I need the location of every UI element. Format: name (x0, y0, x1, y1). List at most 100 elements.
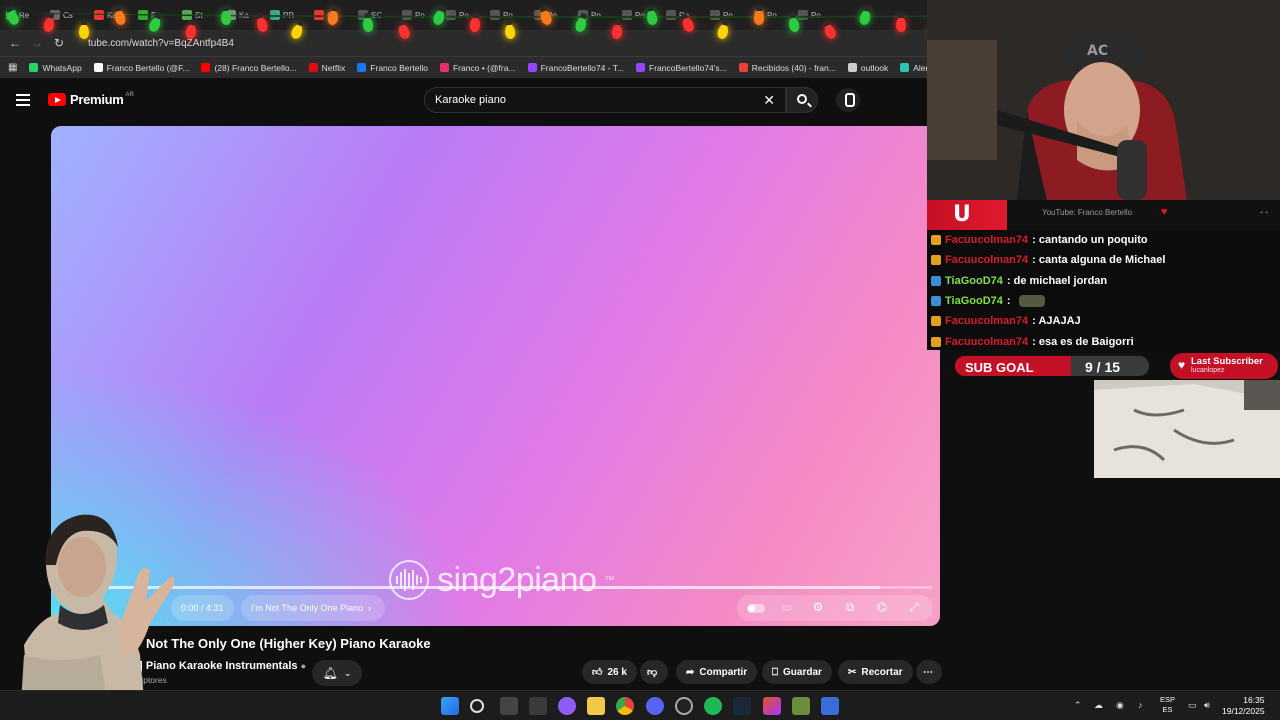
browser-tab[interactable]: Ka (88, 3, 132, 27)
forward-icon[interactable]: → (30, 36, 44, 50)
chat-username[interactable]: Facuucolman74 (945, 315, 1028, 327)
apps-grid-icon[interactable]: ▦ (8, 61, 17, 75)
clear-search-icon[interactable]: ✕ (763, 92, 775, 109)
browser-tab[interactable]: Po (440, 3, 484, 27)
autoplay-toggle[interactable] (747, 604, 765, 613)
browser-tab[interactable]: Re (0, 3, 44, 27)
browser-tab[interactable]: PR (264, 3, 308, 27)
bookmark-favicon (900, 63, 910, 72)
search-button[interactable] (786, 87, 818, 113)
back-icon[interactable]: ← (8, 36, 22, 50)
chat-username[interactable]: TiaGooD74 (945, 295, 1003, 307)
more-actions-button[interactable]: ⋯ (916, 660, 942, 684)
search-taskbar-icon[interactable] (470, 699, 484, 713)
bookmark-label: Netflix (321, 62, 346, 73)
clock[interactable]: 16:35 19/12/2025 (1222, 695, 1265, 717)
browser-tab[interactable]: Po (748, 3, 792, 27)
youtube-logo[interactable]: Premium AR (48, 92, 134, 107)
bookmark-item[interactable]: Alert (900, 63, 927, 73)
volume-icon[interactable]: 🔊︎ (1204, 700, 1210, 711)
browser-tab[interactable]: Po (660, 3, 704, 27)
streamer-logo-letter: U (953, 202, 971, 227)
browser-tab[interactable]: Po (704, 3, 748, 27)
browser-tab[interactable]: St (176, 3, 220, 27)
store-icon[interactable] (529, 697, 547, 715)
browser-tab[interactable]: Po (528, 3, 572, 27)
bookmark-item[interactable]: Franco • (@fra... (439, 62, 516, 73)
share-icon: ➦ (686, 666, 695, 678)
chrome-icon[interactable] (616, 697, 634, 715)
bell-icon: 🔔︎ (322, 666, 338, 680)
bookmark-favicon (357, 63, 367, 72)
like-button[interactable]: 👍︎ 26 k (582, 660, 637, 684)
bookmark-label: Franco • (@fra... (452, 62, 516, 73)
cast-icon[interactable]: ⌬ (873, 600, 891, 614)
browser-tab[interactable]: SC (352, 3, 396, 27)
bookmark-item[interactable]: (28) Franco Bertello... (201, 63, 297, 73)
bookmark-item[interactable]: Recibidos (40) - fran... (738, 63, 836, 73)
discord-icon[interactable] (646, 697, 664, 715)
browser-tab[interactable]: Po (572, 3, 616, 27)
onedrive-icon[interactable]: ☁ (1094, 700, 1103, 711)
browser-tab[interactable]: Cs (44, 3, 88, 27)
chat-username[interactable]: TiaGooD74 (945, 275, 1003, 287)
search-input[interactable]: Karaoke piano ✕ (424, 87, 786, 113)
voice-search-icon[interactable] (836, 88, 860, 112)
save-button[interactable]: ⎕ Guardar (762, 660, 832, 684)
task-view-icon[interactable] (500, 697, 518, 715)
browser-tab[interactable]: Po (792, 3, 836, 27)
save-label: Guardar (783, 666, 822, 678)
browser-tab[interactable]: Po (616, 3, 660, 27)
bookmark-item[interactable]: Franco Bertello (@F... (93, 63, 189, 73)
tab-label: Po (503, 10, 513, 20)
url-field[interactable]: tube.com/watch?v=BqZAntfp4B4 (88, 38, 234, 49)
reload-icon[interactable]: ↻ (52, 36, 66, 50)
chapter-button[interactable]: I'm Not The Only One Piano › (241, 595, 386, 621)
tab-favicon (534, 10, 544, 20)
bookmark-item[interactable]: FrancoBertello74 - T... (527, 63, 624, 73)
fullscreen-icon[interactable]: ⤢ (905, 600, 923, 614)
chat-username[interactable]: Facuucolman74 (945, 254, 1028, 266)
spotify-icon[interactable] (704, 697, 722, 715)
start-icon[interactable] (441, 697, 459, 715)
browser-tab[interactable]: Fr (132, 3, 176, 27)
obs-icon[interactable] (675, 697, 693, 715)
language-indicator[interactable]: ESP ES (1160, 695, 1175, 715)
browser-tab[interactable]: Ka (220, 3, 264, 27)
browser-tab[interactable]: Po (396, 3, 440, 27)
bookmark-item[interactable]: FrancoBertello74's... (636, 63, 727, 73)
chat-username[interactable]: Facuucolman74 (945, 234, 1028, 246)
browser-tab[interactable]: Po (484, 3, 528, 27)
steam-icon[interactable] (733, 697, 751, 715)
clip-button[interactable]: ✂ Recortar (838, 660, 913, 684)
chevron-up-icon[interactable]: ⌃ (1074, 700, 1082, 711)
bookmark-item[interactable]: Netflix (308, 62, 346, 73)
app-icon-4[interactable] (821, 697, 839, 715)
dislike-button[interactable]: 👎︎ (640, 660, 668, 684)
sub-goal-label: SUB GOAL (965, 360, 1034, 375)
tab-favicon (622, 10, 632, 20)
browser-tab[interactable]: (2) (308, 3, 352, 27)
network-icon[interactable]: ◉ (1116, 700, 1124, 711)
settings-gear-icon[interactable]: ⚙ (809, 600, 827, 614)
video-player[interactable]: sing2piano ™ 0:00 / 4:31 I'm Not The Only… (51, 126, 940, 626)
display-icon[interactable]: ▭ (1188, 700, 1197, 711)
bookmark-item[interactable]: WhatsApp (29, 63, 82, 73)
tab-label: Po (415, 10, 425, 20)
chat-username[interactable]: Facuucolman74 (945, 336, 1028, 348)
mic-tray-icon[interactable]: ♪ (1138, 700, 1143, 710)
app-icon-3[interactable] (792, 697, 810, 715)
miniplayer-icon[interactable]: ⧉ (841, 600, 859, 614)
tab-label: Po (767, 10, 777, 20)
app-icon-2[interactable] (763, 697, 781, 715)
share-button[interactable]: ➦ Compartir (676, 660, 758, 684)
bookmark-item[interactable]: outlook (847, 63, 888, 73)
app-icon[interactable] (558, 697, 576, 715)
notification-bell-button[interactable]: 🔔︎ ⌄ (312, 660, 362, 686)
subtitles-icon[interactable]: ▭ (778, 600, 796, 614)
file-explorer-icon[interactable] (587, 697, 605, 715)
tab-favicon (446, 10, 456, 20)
bookmark-item[interactable]: Franco Bertello (357, 63, 428, 73)
progress-bar[interactable] (63, 586, 932, 589)
menu-icon[interactable] (16, 94, 30, 106)
